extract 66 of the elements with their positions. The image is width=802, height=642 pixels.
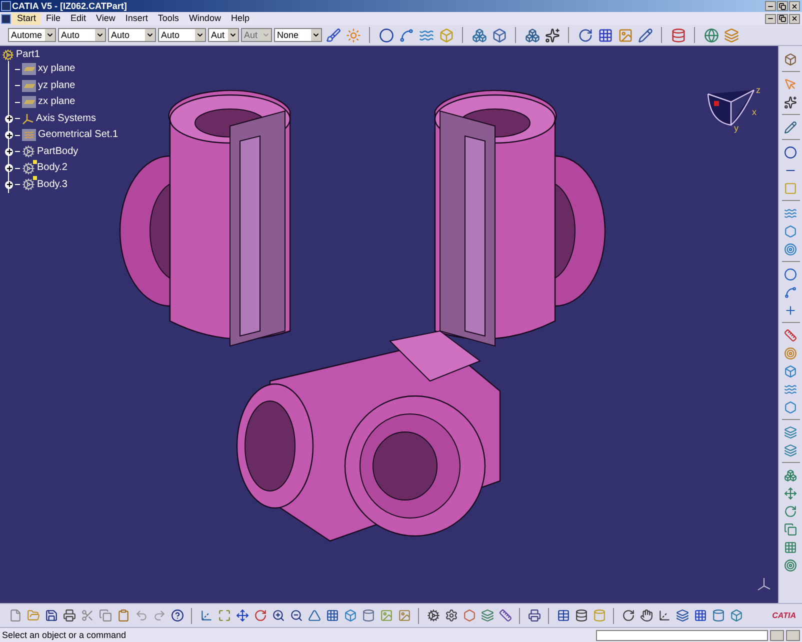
window-title: CATIA V5 - [IZ062.CATPart] xyxy=(12,2,127,10)
status-message: Select an object or a command xyxy=(1,630,126,640)
catia-logo: CATIA xyxy=(772,610,796,622)
gear-icon xyxy=(22,178,35,192)
expand-icon[interactable] xyxy=(5,180,13,189)
menu-item[interactable]: File xyxy=(41,12,66,24)
axis-label: y xyxy=(734,122,738,135)
globe-icon[interactable] xyxy=(702,26,720,44)
close-icon xyxy=(791,15,798,22)
layers-icon[interactable] xyxy=(722,26,740,44)
menu-item[interactable]: Insert xyxy=(120,12,153,24)
dropdown[interactable]: Auto xyxy=(58,28,106,42)
command-button[interactable] xyxy=(786,630,800,640)
tree-item[interactable]: Body.3 xyxy=(37,180,68,190)
tree-item[interactable]: Geometrical Set.1 xyxy=(38,130,118,140)
restore-button[interactable] xyxy=(777,1,788,11)
menu-item[interactable]: Tools xyxy=(152,12,184,24)
tree-item[interactable]: Axis Systems xyxy=(36,114,96,124)
close-icon xyxy=(791,2,798,10)
expand-icon[interactable] xyxy=(5,164,13,172)
minimize-button[interactable] xyxy=(765,14,776,24)
tree-item[interactable]: Part1 xyxy=(16,50,40,60)
menu-item[interactable]: Edit xyxy=(66,12,92,24)
sketch-icon[interactable] xyxy=(636,26,654,44)
menu-item[interactable]: View xyxy=(91,12,120,24)
menu-item[interactable]: Window xyxy=(184,12,226,24)
tree-item[interactable]: PartBody xyxy=(37,146,78,157)
tree-item[interactable]: xy plane xyxy=(38,64,76,74)
caret-icon xyxy=(195,29,205,41)
restore-icon xyxy=(779,2,786,10)
gear-icon xyxy=(22,162,35,175)
menu-item[interactable]: Start xyxy=(12,12,42,24)
dropdown[interactable]: None xyxy=(274,28,322,42)
restore-icon xyxy=(779,15,786,22)
geometrical-set-icon xyxy=(22,129,36,142)
axis-label: x xyxy=(752,106,756,119)
compass-drawing[interactable] xyxy=(706,87,756,127)
caret-icon xyxy=(311,29,321,41)
assembly-icon[interactable] xyxy=(523,26,541,44)
dropdown[interactable]: Auto xyxy=(158,28,206,42)
command-field[interactable] xyxy=(596,630,768,640)
tree-item[interactable]: yz plane xyxy=(38,80,76,91)
close-button[interactable] xyxy=(789,1,800,11)
close-button[interactable] xyxy=(789,14,800,24)
tree-item[interactable]: zx plane xyxy=(38,97,76,108)
caret-icon xyxy=(95,29,105,41)
axis-system-icon xyxy=(22,112,34,125)
axis-icon xyxy=(756,576,772,592)
command-button[interactable] xyxy=(770,630,784,640)
dropdown[interactable]: Autome xyxy=(8,28,56,42)
caret-icon xyxy=(228,29,238,41)
expand-icon[interactable] xyxy=(5,131,13,140)
caret-icon xyxy=(145,29,155,41)
tree-item[interactable]: Body.2 xyxy=(37,163,68,174)
axis-label: z xyxy=(756,84,760,97)
dropdown[interactable]: Aut xyxy=(208,28,239,42)
minimize-button[interactable] xyxy=(765,1,776,11)
caret-icon xyxy=(45,29,55,41)
paintbrush-icon[interactable] xyxy=(324,26,342,44)
expand-icon[interactable] xyxy=(5,148,13,156)
menu-item[interactable]: Help xyxy=(226,12,254,24)
caret-icon xyxy=(261,29,271,41)
gear-icon xyxy=(22,145,35,158)
dropdown[interactable]: Auto xyxy=(108,28,156,42)
restore-button[interactable] xyxy=(777,14,788,24)
expand-icon[interactable] xyxy=(5,114,13,123)
